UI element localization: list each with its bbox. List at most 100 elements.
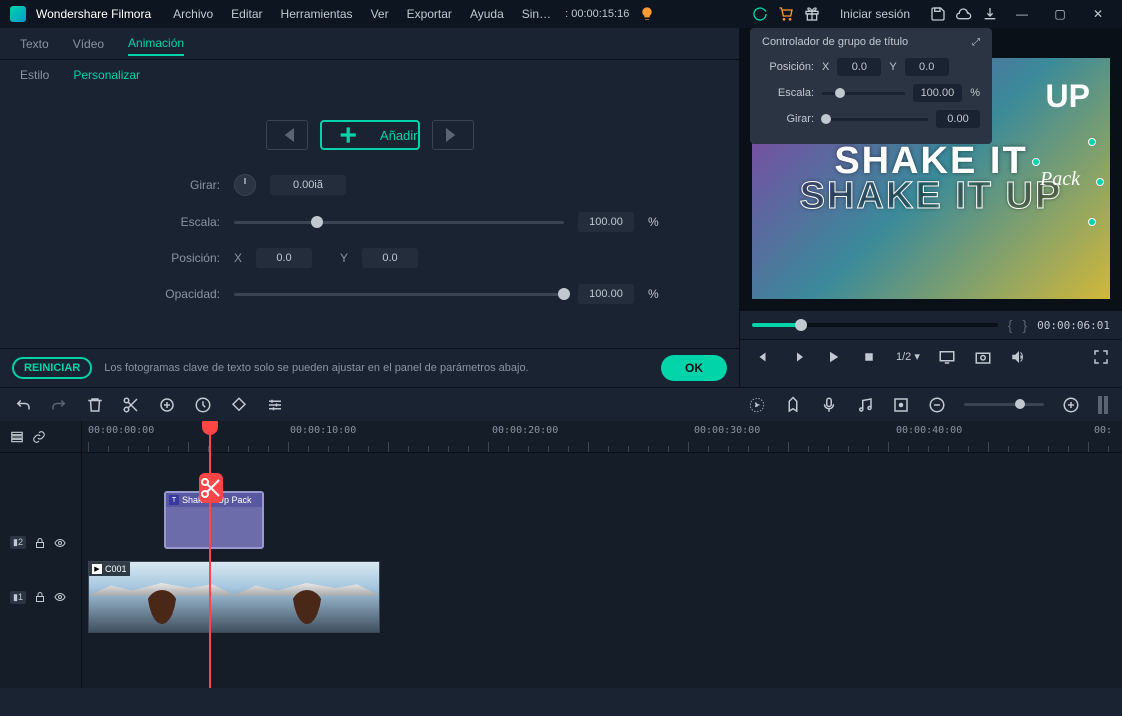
preview-quality[interactable]: 1/2 ▾ — [896, 350, 920, 363]
timeline-mode-icon[interactable] — [1098, 396, 1108, 414]
mark-out-icon[interactable]: } — [1022, 317, 1027, 333]
subtab-personalizar[interactable]: Personalizar — [73, 64, 140, 86]
menu-editar[interactable]: Editar — [227, 5, 266, 23]
scissors-icon[interactable] — [199, 473, 223, 503]
save-icon[interactable] — [930, 6, 946, 22]
opacity-value[interactable]: 100.00 — [578, 284, 634, 304]
rotate-value[interactable]: 0.00iã — [270, 175, 346, 195]
project-name: Sin… — [518, 5, 555, 23]
crop-icon[interactable] — [158, 396, 176, 414]
scale-label: Escala: — [20, 215, 220, 229]
ok-button[interactable]: OK — [661, 355, 727, 381]
tab-animacion[interactable]: Animación — [128, 32, 184, 56]
login-link[interactable]: Iniciar sesión — [836, 5, 914, 23]
rotate-knob[interactable] — [234, 174, 256, 196]
zoom-in-icon[interactable] — [1062, 396, 1080, 414]
track1-visibility-icon[interactable] — [54, 591, 66, 603]
fullscreen-icon[interactable] — [1092, 348, 1110, 366]
video-clip[interactable]: ▶C001 — [88, 561, 380, 633]
mark-in-icon[interactable]: { — [1008, 317, 1013, 333]
pos-x-value[interactable]: 0.0 — [256, 248, 312, 268]
undo-icon[interactable] — [14, 396, 32, 414]
track2-visibility-icon[interactable] — [54, 537, 66, 549]
reset-button[interactable]: REINICIAR — [12, 357, 92, 379]
cart-icon[interactable] — [778, 6, 794, 22]
track2-lock-icon[interactable] — [34, 537, 46, 549]
transform-handle[interactable] — [1088, 218, 1096, 226]
opacity-slider[interactable] — [234, 293, 564, 296]
fp-scale-slider[interactable] — [822, 92, 905, 95]
close-button[interactable]: ✕ — [1084, 4, 1112, 24]
display-icon[interactable] — [938, 348, 956, 366]
speed-icon[interactable] — [194, 396, 212, 414]
keyframe-icon[interactable] — [892, 396, 910, 414]
link-icon[interactable] — [32, 430, 46, 444]
preview-progress[interactable] — [752, 323, 998, 327]
fp-x-value[interactable]: 0.0 — [837, 58, 881, 76]
download-icon[interactable] — [982, 6, 998, 22]
transform-handle[interactable] — [1032, 158, 1040, 166]
timeline-ruler[interactable]: 00:00:00:00 00:00:10:00 00:00:20:00 00:0… — [82, 421, 1122, 453]
next-keyframe-button[interactable] — [432, 120, 474, 150]
menu-ver[interactable]: Ver — [367, 5, 393, 23]
preview-pack-text: Pack — [1040, 168, 1080, 191]
refresh-icon[interactable] — [752, 6, 768, 22]
zoom-out-icon[interactable] — [928, 396, 946, 414]
titlebar: Wondershare Filmora Archivo Editar Herra… — [0, 0, 1122, 28]
fp-x-label: X — [822, 61, 829, 73]
timeline-toolbar — [0, 387, 1122, 421]
transform-handle[interactable] — [1088, 138, 1096, 146]
opacity-unit: % — [648, 287, 659, 301]
video-track[interactable]: ▶C001 — [82, 557, 1122, 637]
gift-icon[interactable] — [804, 6, 820, 22]
title-track[interactable]: TShake It Up Pack — [82, 489, 1122, 557]
minimize-button[interactable]: — — [1008, 4, 1036, 24]
maximize-button[interactable]: ▢ — [1046, 4, 1074, 24]
step-back-button[interactable] — [752, 348, 770, 366]
menu-herramientas[interactable]: Herramientas — [277, 5, 357, 23]
fp-rotate-value[interactable]: 0.00 — [936, 110, 980, 128]
color-icon[interactable] — [230, 396, 248, 414]
preview-up-text: UP — [1046, 78, 1090, 115]
redo-icon[interactable] — [50, 396, 68, 414]
render-icon[interactable] — [748, 396, 766, 414]
transform-handle[interactable] — [1096, 178, 1104, 186]
track2-label: ▮2 — [10, 536, 26, 549]
volume-icon[interactable] — [1010, 348, 1028, 366]
audio-mixer-icon[interactable] — [856, 396, 874, 414]
scale-slider[interactable] — [234, 221, 564, 224]
subtab-estilo[interactable]: Estilo — [20, 64, 49, 86]
scale-value[interactable]: 100.00 — [578, 212, 634, 232]
cloud-icon[interactable] — [956, 6, 972, 22]
pos-y-value[interactable]: 0.0 — [362, 248, 418, 268]
delete-icon[interactable] — [86, 396, 104, 414]
fp-rotate-label: Girar: — [762, 113, 814, 125]
menu-archivo[interactable]: Archivo — [169, 5, 217, 23]
zoom-slider[interactable] — [964, 403, 1044, 406]
title-group-controller[interactable]: Controlador de grupo de título⤢ Posición… — [750, 28, 992, 144]
stop-button[interactable] — [788, 348, 806, 366]
track-manage-icon[interactable] — [10, 430, 24, 444]
add-keyframe-button[interactable]: Añadir — [320, 120, 420, 150]
adjust-icon[interactable] — [266, 396, 284, 414]
menu-exportar[interactable]: Exportar — [403, 5, 456, 23]
voiceover-icon[interactable] — [820, 396, 838, 414]
playhead[interactable] — [209, 421, 211, 688]
tab-video[interactable]: Vídeo — [73, 33, 104, 55]
fp-y-value[interactable]: 0.0 — [905, 58, 949, 76]
marker-icon[interactable] — [784, 396, 802, 414]
tab-texto[interactable]: Texto — [20, 33, 49, 55]
inspector-tabs: Texto Vídeo Animación — [0, 28, 739, 60]
track1-lock-icon[interactable] — [34, 591, 46, 603]
fp-scale-value[interactable]: 100.00 — [913, 84, 963, 102]
split-icon[interactable] — [122, 396, 140, 414]
play-button[interactable] — [824, 348, 842, 366]
fp-rotate-slider[interactable] — [822, 118, 928, 121]
menu-ayuda[interactable]: Ayuda — [466, 5, 508, 23]
prev-keyframe-button[interactable] — [266, 120, 308, 150]
collapse-icon[interactable]: ⤢ — [972, 37, 980, 48]
lightbulb-icon[interactable] — [639, 6, 655, 22]
snapshot-icon[interactable] — [974, 348, 992, 366]
pos-x-label: X — [234, 251, 242, 265]
stop2-button[interactable] — [860, 348, 878, 366]
